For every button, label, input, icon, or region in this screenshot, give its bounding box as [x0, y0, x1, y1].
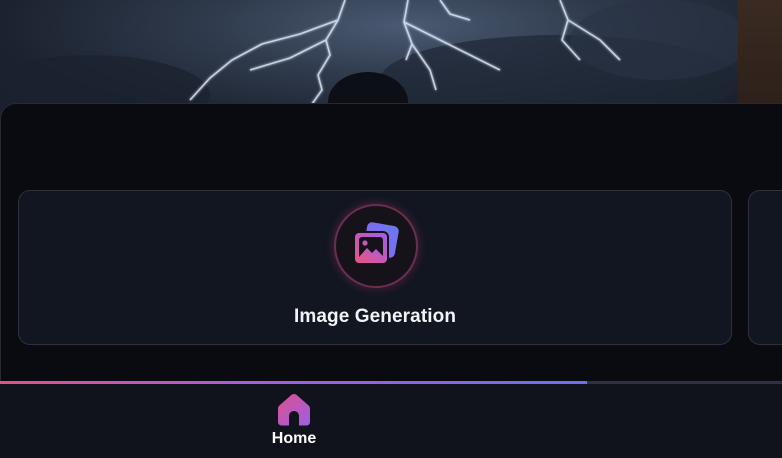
next-feature-card[interactable] — [748, 190, 782, 345]
home-icon — [278, 394, 310, 426]
image-generation-card[interactable]: Image Generation — [18, 190, 732, 345]
app-frame: Image Generation Home — [0, 0, 782, 458]
bottom-navigation: Home — [0, 384, 782, 458]
nav-label-home: Home — [271, 430, 317, 447]
image-gallery-icon — [334, 204, 418, 288]
nav-item-home[interactable]: Home — [252, 392, 336, 448]
card-title: Image Generation — [293, 306, 457, 327]
